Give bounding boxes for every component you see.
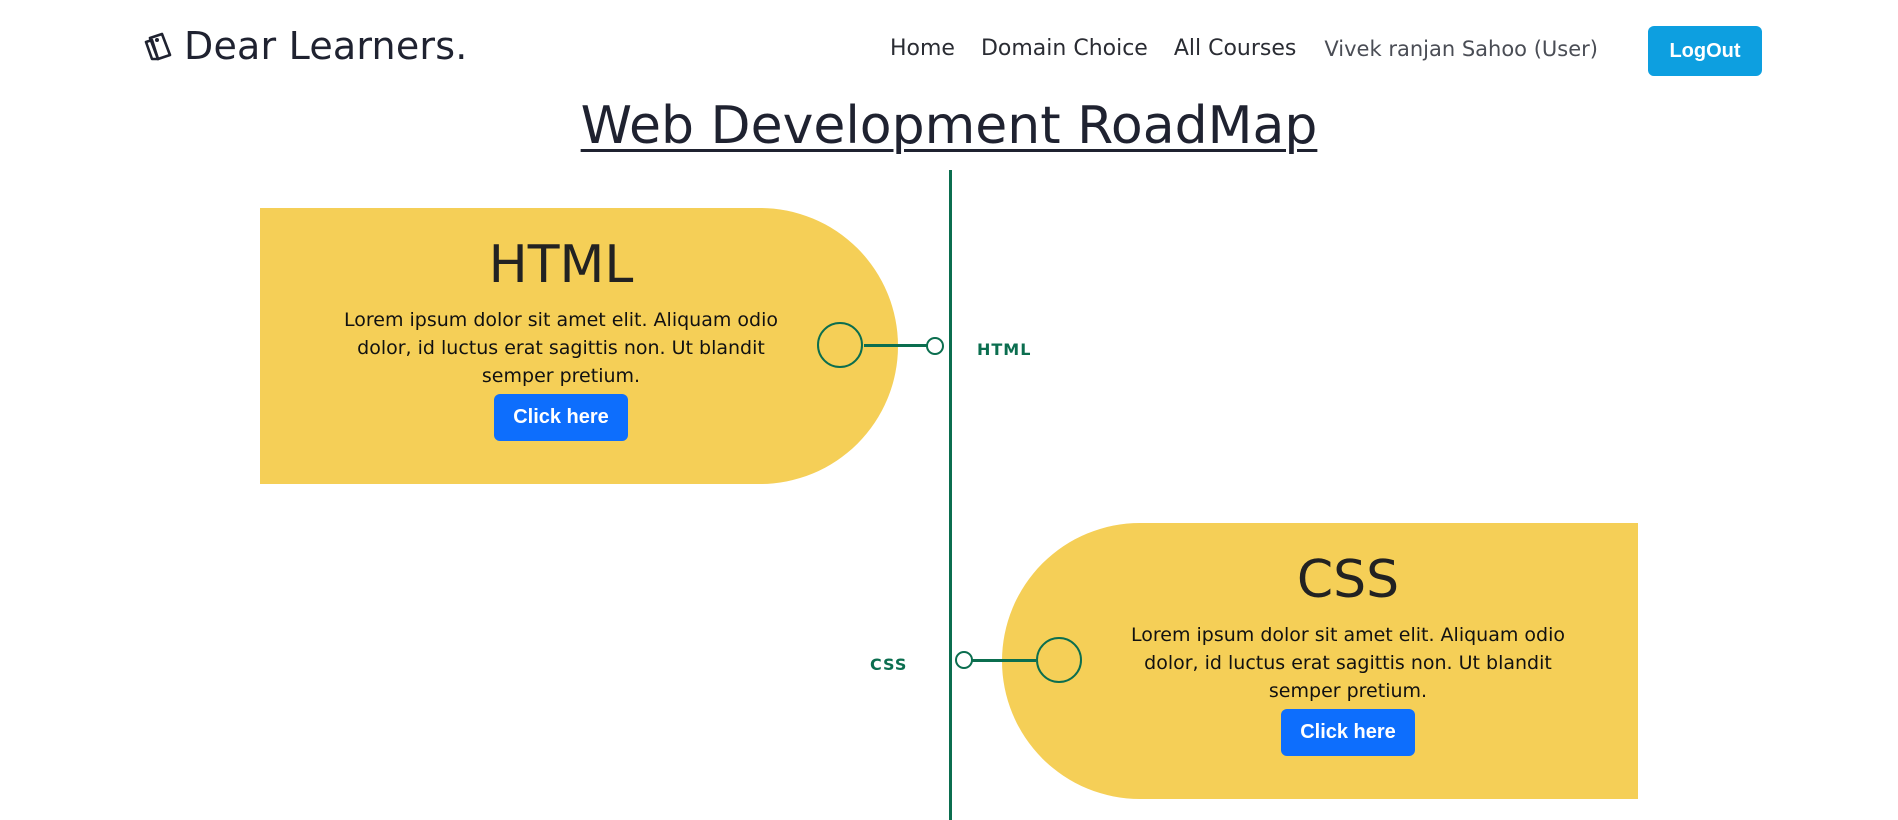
tag-icon [142, 29, 176, 63]
timeline-node [926, 337, 944, 355]
nav-link-domain-choice[interactable]: Domain Choice [981, 36, 1148, 61]
nav-links: Home Domain Choice All Courses Vivek ran… [890, 36, 1598, 61]
navbar: Dear Learners. Home Domain Choice All Co… [0, 0, 1898, 100]
connector-ring-large [1036, 637, 1082, 683]
roadmap-card-html: HTML Lorem ipsum dolor sit amet elit. Al… [260, 208, 898, 484]
logout-button[interactable]: LogOut [1648, 26, 1762, 76]
nav-link-home[interactable]: Home [890, 36, 955, 61]
html-click-here-button[interactable]: Click here [494, 394, 628, 442]
brand[interactable]: Dear Learners. [142, 22, 468, 70]
connector-ring-large [817, 322, 863, 368]
card-description: Lorem ipsum dolor sit amet elit. Aliquam… [344, 309, 778, 388]
nav-link-all-courses[interactable]: All Courses [1174, 36, 1297, 61]
page-title: Web Development RoadMap [580, 96, 1318, 156]
timeline-label-html: HTML [977, 340, 1032, 359]
roadmap-card-css: CSS Lorem ipsum dolor sit amet elit. Ali… [1002, 523, 1638, 799]
timeline-line [949, 170, 952, 820]
timeline-node [955, 651, 973, 669]
connector-line [864, 344, 928, 347]
connector-line [972, 659, 1036, 662]
timeline-label-css: CSS [870, 655, 908, 674]
card-description: Lorem ipsum dolor sit amet elit. Aliquam… [1131, 624, 1565, 703]
card-title: CSS [1296, 550, 1400, 610]
css-click-here-button[interactable]: Click here [1281, 709, 1415, 757]
brand-name: Dear Learners. [184, 24, 468, 68]
card-title: HTML [488, 235, 634, 295]
current-user-label: Vivek ranjan Sahoo (User) [1324, 36, 1598, 61]
